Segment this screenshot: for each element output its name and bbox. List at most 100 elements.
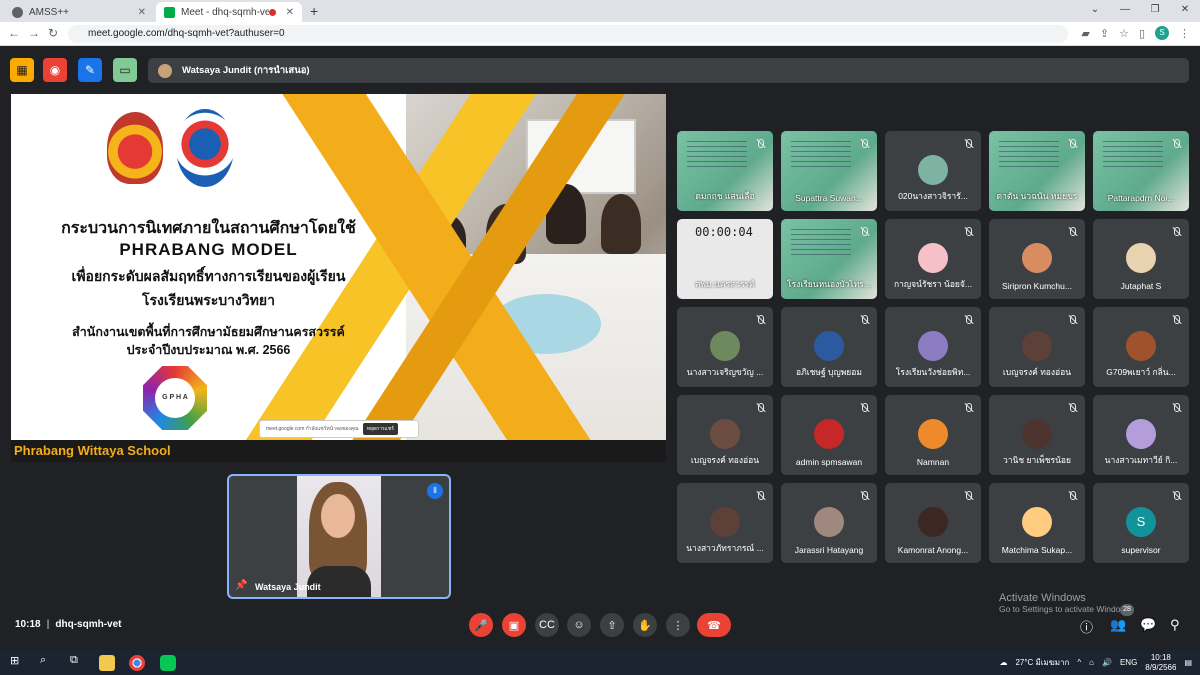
notes-icon[interactable]: ✎: [78, 58, 102, 82]
captions-button[interactable]: CC: [535, 613, 559, 637]
maximize-button[interactable]: ❐: [1140, 0, 1170, 22]
present-icon[interactable]: ▭: [113, 58, 137, 82]
participant-name: Pattarapdrn Noi...: [1107, 193, 1175, 203]
search-icon[interactable]: ⌕: [40, 654, 46, 667]
participant-tile[interactable]: Matchima Sukap...: [989, 483, 1085, 563]
raise-hand-button[interactable]: ✋: [633, 613, 657, 637]
new-tab-button[interactable]: +: [310, 3, 318, 19]
notification-icon[interactable]: ▤: [1184, 658, 1192, 667]
leave-call-button[interactable]: ☎: [697, 613, 731, 637]
activities-icon[interactable]: ⚲: [1170, 617, 1180, 633]
self-name: Watsaya Jundit: [255, 582, 321, 592]
tab-title: Meet - dhq-sqmh-vet: [181, 6, 269, 18]
camera-off-button[interactable]: ▣: [502, 613, 526, 637]
task-view-icon[interactable]: ⧉: [70, 654, 78, 667]
present-now-button[interactable]: ⇧: [600, 613, 624, 637]
participant-tile[interactable]: โรงเรียนวังช่อยพิท...: [885, 307, 981, 387]
timer-display: 00:00:04: [695, 225, 753, 239]
self-video-tile[interactable]: ⦀ 📌 Watsaya Jundit: [227, 474, 451, 599]
share-notice-text: meet.google.com กำลังแชร์หน้าจอของคุณ: [266, 426, 359, 432]
avatar: [918, 243, 948, 273]
slide-school: โรงเรียนพระบางวิทยา: [142, 292, 275, 308]
phrabang-model-logo: G P H A: [143, 366, 207, 430]
tab-amss[interactable]: AMSS++ ✕: [4, 2, 154, 22]
participant-tile[interactable]: กาญจน์รัชรา น้อยจั...: [885, 219, 981, 299]
video-content: [999, 141, 1059, 171]
weather-text[interactable]: 27°C มีเมฆมาก: [1015, 656, 1069, 669]
people-icon[interactable]: 👥: [1110, 617, 1126, 633]
participant-tile[interactable]: Ssupervisor: [1093, 483, 1189, 563]
participant-tile[interactable]: เบญจรงค์ ทองอ่อน: [677, 395, 773, 475]
minimize-button[interactable]: —: [1110, 0, 1140, 22]
file-explorer-icon[interactable]: [99, 655, 115, 671]
mic-muted-icon: [963, 315, 973, 325]
share-icon[interactable]: ⇪: [1100, 27, 1109, 40]
participant-tile[interactable]: อภิเชษฐ์ บุญพยอม: [781, 307, 877, 387]
participant-tile[interactable]: Supattra Suwan...: [781, 131, 877, 211]
participant-tile[interactable]: Pattarapdrn Noi...: [1093, 131, 1189, 211]
mic-off-button[interactable]: 🎤: [469, 613, 493, 637]
chat-icon[interactable]: 💬: [1140, 617, 1156, 633]
participant-tile[interactable]: เบญจรงค์ ทองอ่อน: [989, 307, 1085, 387]
volume-icon[interactable]: 🔊: [1102, 658, 1112, 667]
participant-tile[interactable]: นางสาวภัทราภรณ์ ...: [677, 483, 773, 563]
back-button[interactable]: ←: [8, 26, 20, 40]
participant-tile[interactable]: ดมกฤช แสนเลื่อ: [677, 131, 773, 211]
mic-muted-icon: [963, 227, 973, 237]
participant-tile[interactable]: Kamonrat Anong...: [885, 483, 981, 563]
info-icon[interactable]: ⓘ: [1080, 617, 1093, 636]
participant-tile[interactable]: วานิช ยาเพ็ชรน้อย: [989, 395, 1085, 475]
participant-tile[interactable]: นางสาวเจริญขวัญ ...: [677, 307, 773, 387]
close-icon[interactable]: ✕: [138, 7, 146, 18]
participant-tile[interactable]: admin spmsawan: [781, 395, 877, 475]
participant-tile[interactable]: 00:00:04 สพม.นครสวรรค์: [677, 219, 773, 299]
chevron-down-icon[interactable]: ⌄: [1080, 0, 1110, 22]
network-icon[interactable]: ⌂: [1089, 658, 1094, 667]
avatar: [1022, 419, 1052, 449]
pin-icon[interactable]: 📌: [235, 580, 247, 591]
emoji-button[interactable]: ☺: [567, 613, 591, 637]
url-field[interactable]: meet.google.com/dhq-sqmh-vet?authuser=0: [68, 25, 1068, 43]
star-icon[interactable]: ☆: [1119, 27, 1129, 40]
participant-tile[interactable]: G709พเยาว์ กลิ่น...: [1093, 307, 1189, 387]
tab-meet[interactable]: Meet - dhq-sqmh-vet ✕: [156, 2, 302, 22]
close-window-button[interactable]: ✕: [1170, 0, 1200, 22]
participant-tile[interactable]: 020นางสาวจิรารั...: [885, 131, 981, 211]
close-icon[interactable]: ✕: [286, 7, 294, 18]
more-options-button[interactable]: ⋮: [666, 613, 690, 637]
participant-name: Matchima Sukap...: [1001, 545, 1073, 555]
profile-avatar[interactable]: S: [1155, 26, 1169, 40]
presenter-banner[interactable]: Watsaya Jundit (การนำเสนอ): [148, 58, 1189, 83]
sidebar-icon[interactable]: ▯: [1139, 27, 1145, 40]
no-screen-icon[interactable]: ▦: [10, 58, 34, 82]
mic-muted-icon: [1067, 491, 1077, 501]
menu-icon[interactable]: ⋮: [1179, 27, 1190, 40]
participant-name: สพม.นครสวรรค์: [695, 279, 755, 289]
slide-title-line: กระบวนการนิเทศภายในสถานศึกษาโดยใช้: [61, 220, 356, 237]
meet-icon: [164, 6, 175, 18]
clock-time: 10:18: [1150, 652, 1171, 662]
mic-muted-icon: [963, 403, 973, 413]
participant-tile[interactable]: Jarassri Hatayang: [781, 483, 877, 563]
participant-tile[interactable]: โรงเรียนหนองบัวไทร...: [781, 219, 877, 299]
chevron-up-icon[interactable]: ^: [1077, 658, 1081, 667]
student-head: [601, 194, 641, 254]
reload-button[interactable]: ↻: [48, 26, 58, 40]
language-indicator[interactable]: ENG: [1120, 658, 1137, 667]
camera-icon[interactable]: ▰: [1081, 27, 1089, 40]
participant-name: นางสาวเจริญขวัญ ...: [686, 367, 764, 377]
forward-button[interactable]: →: [28, 26, 40, 40]
participant-tile[interactable]: Siripron Kumchu...: [989, 219, 1085, 299]
participant-tile[interactable]: Jutaphat S: [1093, 219, 1189, 299]
chrome-icon[interactable]: [129, 655, 145, 671]
line-app-icon[interactable]: [160, 655, 176, 671]
stop-share-button[interactable]: หยุดการแชร์: [362, 423, 398, 435]
clock[interactable]: 10:18 8/9/2566: [1145, 653, 1176, 673]
avatar: [1126, 419, 1156, 449]
participant-tile[interactable]: นางสาวเมทาวีย์ กิ...: [1093, 395, 1189, 475]
record-icon[interactable]: ◉: [43, 58, 67, 82]
windows-start-icon[interactable]: ⊞: [10, 654, 19, 667]
slide-fiscal-year: ประจำปีงบประมาณ พ.ศ. 2566: [126, 343, 291, 357]
participant-tile[interactable]: ดาตัน นวฉนัน หมยขร: [989, 131, 1085, 211]
participant-tile[interactable]: Namnan: [885, 395, 981, 475]
